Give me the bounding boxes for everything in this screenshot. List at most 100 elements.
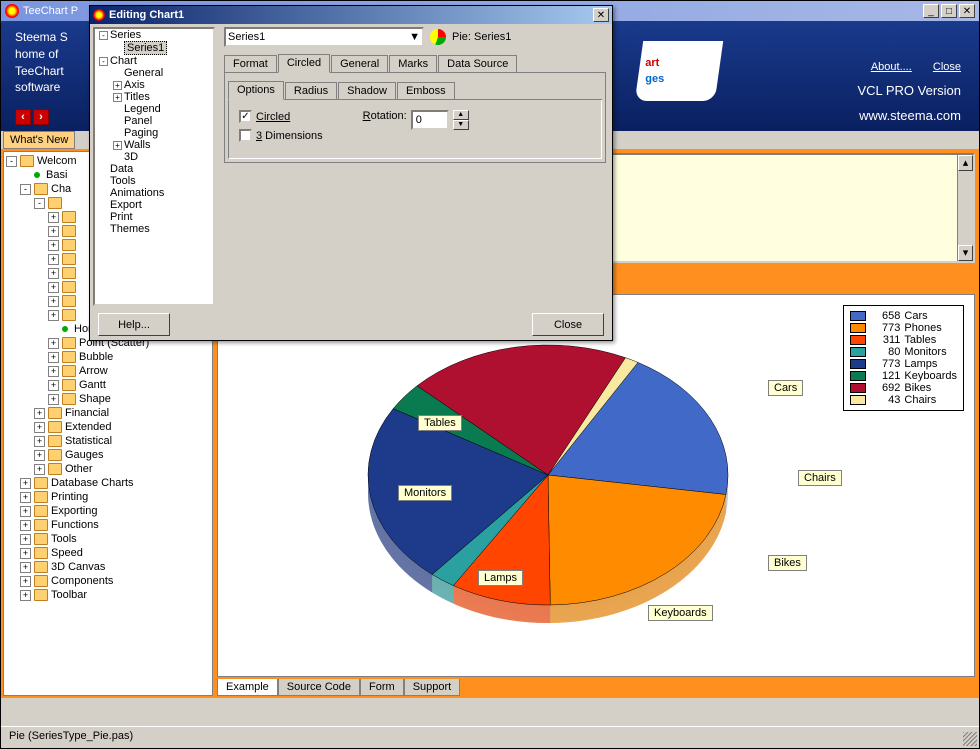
tree-item[interactable]: +Exporting [6, 504, 210, 518]
expand-icon[interactable]: + [48, 296, 59, 307]
dialog-tree-item[interactable]: +Walls [95, 139, 213, 151]
expand-icon[interactable]: - [34, 198, 45, 209]
expand-icon[interactable]: - [6, 156, 17, 167]
tree-item[interactable]: +Tools [6, 532, 210, 546]
dialog-tree-item[interactable]: Data [95, 163, 213, 175]
dialog-tab-marks[interactable]: Marks [389, 55, 437, 72]
expand-icon[interactable]: + [34, 450, 45, 461]
dialog-tree-item[interactable]: General [95, 67, 213, 79]
expand-icon[interactable]: + [48, 240, 59, 251]
dialog-close-button[interactable]: ✕ [593, 8, 609, 22]
dialog-tree-item[interactable]: Legend [95, 103, 213, 115]
dialog-subtab-options[interactable]: Options [228, 81, 284, 100]
dialog-tree-item[interactable]: -Chart [95, 55, 213, 67]
tree-item[interactable]: +Toolbar [6, 588, 210, 602]
tree-item[interactable]: +Bubble [6, 350, 210, 364]
scrollbar[interactable]: ▴ ▾ [957, 155, 973, 261]
expand-icon[interactable]: - [99, 57, 108, 66]
dialog-titlebar[interactable]: Editing Chart1 ✕ [90, 6, 612, 24]
expand-icon[interactable]: + [20, 520, 31, 531]
dialog-close-btn[interactable]: Close [532, 313, 604, 336]
expand-icon[interactable]: + [20, 562, 31, 573]
tree-item[interactable]: +3D Canvas [6, 560, 210, 574]
expand-icon[interactable]: + [20, 534, 31, 545]
tree-item[interactable]: +Arrow [6, 364, 210, 378]
expand-icon[interactable]: + [48, 394, 59, 405]
tab-example[interactable]: Example [217, 679, 278, 696]
dialog-subtab-radius[interactable]: Radius [285, 82, 337, 99]
tree-item[interactable]: +Shape [6, 392, 210, 406]
tree-item[interactable]: +Extended [6, 420, 210, 434]
dialog-tree-item[interactable]: +Axis [95, 79, 213, 91]
expand-icon[interactable]: + [20, 478, 31, 489]
circled-checkbox[interactable]: ✓ Circled [239, 110, 323, 123]
series-select[interactable]: Series1 ▼ [224, 27, 424, 47]
spin-down-icon[interactable]: ▼ [453, 120, 469, 130]
maximize-button[interactable]: □ [941, 4, 957, 18]
expand-icon[interactable]: + [34, 436, 45, 447]
dialog-tree-item[interactable]: Themes [95, 223, 213, 235]
dialog-tree-item[interactable]: Paging [95, 127, 213, 139]
expand-icon[interactable]: + [20, 548, 31, 559]
help-button[interactable]: Help... [98, 313, 170, 336]
expand-icon[interactable]: + [48, 282, 59, 293]
rotation-spinner[interactable]: ▲ ▼ [453, 110, 469, 130]
tree-item[interactable]: +Components [6, 574, 210, 588]
tab-form[interactable]: Form [360, 679, 404, 696]
scroll-down-icon[interactable]: ▾ [958, 245, 973, 261]
expand-icon[interactable]: - [99, 31, 108, 40]
nav-back-button[interactable]: ‹ [15, 109, 31, 125]
close-button[interactable]: ✕ [959, 4, 975, 18]
3dimensions-checkbox[interactable]: 3 Dimensions [239, 129, 323, 142]
dialog-tree-item[interactable]: Tools [95, 175, 213, 187]
expand-icon[interactable]: + [20, 506, 31, 517]
tree-item[interactable]: +Gantt [6, 378, 210, 392]
expand-icon[interactable]: + [48, 254, 59, 265]
spin-up-icon[interactable]: ▲ [453, 110, 469, 120]
expand-icon[interactable]: + [48, 212, 59, 223]
expand-icon[interactable]: + [34, 464, 45, 475]
expand-icon[interactable]: - [20, 184, 31, 195]
expand-icon[interactable]: + [48, 338, 59, 349]
dialog-subtab-shadow[interactable]: Shadow [338, 82, 396, 99]
expand-icon[interactable]: + [48, 226, 59, 237]
dialog-tree-item[interactable]: +Titles [95, 91, 213, 103]
expand-icon[interactable]: + [48, 310, 59, 321]
dialog-tree-item[interactable]: -Series [95, 29, 213, 41]
tree-item[interactable]: +Printing [6, 490, 210, 504]
expand-icon[interactable]: + [34, 408, 45, 419]
dialog-tree-item[interactable]: Animations [95, 187, 213, 199]
expand-icon[interactable]: + [48, 366, 59, 377]
dialog-tab-data-source[interactable]: Data Source [438, 55, 517, 72]
expand-icon[interactable]: + [20, 576, 31, 587]
tab-support[interactable]: Support [404, 679, 461, 696]
whats-new-tab[interactable]: What's New [3, 131, 75, 149]
dialog-tree-item[interactable]: 3D [95, 151, 213, 163]
expand-icon[interactable]: + [48, 268, 59, 279]
tree-item[interactable]: +Speed [6, 546, 210, 560]
tree-item[interactable]: +Financial [6, 406, 210, 420]
dialog-tab-circled[interactable]: Circled [278, 54, 330, 73]
dialog-tab-general[interactable]: General [331, 55, 388, 72]
dialog-tree[interactable]: -SeriesSeries1-ChartGeneral+Axis+TitlesL… [93, 27, 215, 306]
dialog-tree-item[interactable]: Series1 [95, 41, 213, 55]
dialog-tree-item[interactable]: Print [95, 211, 213, 223]
tree-item[interactable]: +Gauges [6, 448, 210, 462]
dialog-tree-item[interactable]: Export [95, 199, 213, 211]
expand-icon[interactable]: + [113, 141, 122, 150]
expand-icon[interactable]: + [34, 422, 45, 433]
scroll-up-icon[interactable]: ▴ [958, 155, 973, 171]
minimize-button[interactable]: _ [923, 4, 939, 18]
dialog-tree-item[interactable]: Panel [95, 115, 213, 127]
expand-icon[interactable]: + [20, 492, 31, 503]
tab-source-code[interactable]: Source Code [278, 679, 360, 696]
tree-item[interactable]: +Other [6, 462, 210, 476]
expand-icon[interactable]: + [113, 93, 122, 102]
rotation-input[interactable]: 0 [411, 110, 449, 130]
expand-icon[interactable]: + [20, 590, 31, 601]
tree-item[interactable]: +Functions [6, 518, 210, 532]
expand-icon[interactable]: + [113, 81, 122, 90]
resize-grip-icon[interactable] [963, 732, 977, 746]
dialog-subtab-emboss[interactable]: Emboss [397, 82, 455, 99]
close-link[interactable]: Close [933, 61, 961, 73]
